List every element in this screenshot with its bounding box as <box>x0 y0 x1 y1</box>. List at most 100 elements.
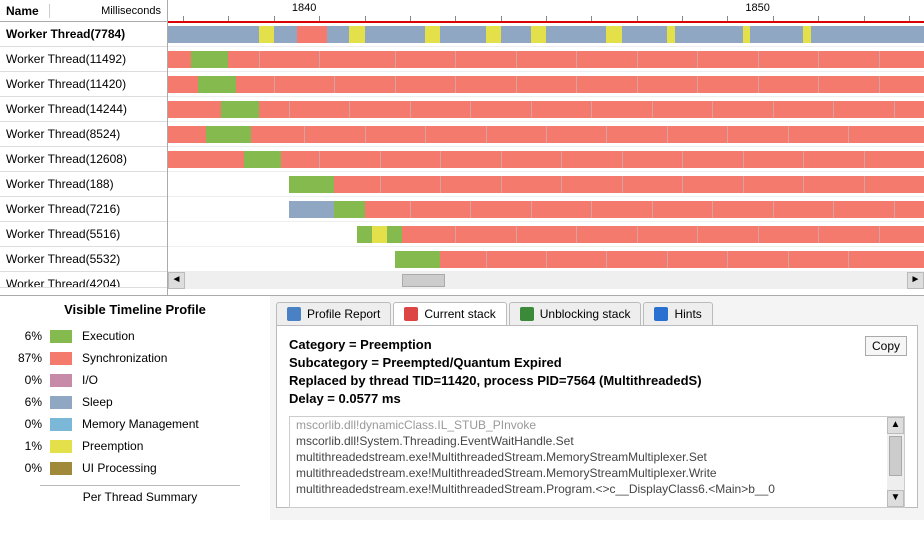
segment-exec[interactable] <box>289 176 334 193</box>
legend-row[interactable]: 87%Synchronization <box>10 347 260 369</box>
tab-hints[interactable]: Hints <box>643 302 712 325</box>
segment-pre[interactable] <box>667 26 675 43</box>
segment-sleep[interactable] <box>546 26 606 43</box>
segment-pre[interactable] <box>486 26 501 43</box>
tab-profile-report[interactable]: Profile Report <box>276 302 391 325</box>
segment-sleep[interactable] <box>675 26 743 43</box>
stack-frame[interactable]: mscorlib.dll!dynamicClass.IL_STUB_PInvok… <box>290 417 904 433</box>
segment-exec[interactable] <box>191 51 229 68</box>
segment-sleep[interactable] <box>168 26 259 43</box>
segment-exec[interactable] <box>244 151 282 168</box>
timeline-lane[interactable] <box>168 97 924 122</box>
scroll-track[interactable] <box>185 272 907 289</box>
thread-row[interactable]: Worker Thread(5516) <box>0 222 167 247</box>
header-milliseconds[interactable]: Milliseconds <box>50 5 167 17</box>
segment-sync[interactable] <box>168 101 221 118</box>
segment-exec[interactable] <box>206 126 251 143</box>
segment-sleep[interactable] <box>365 26 425 43</box>
legend-row[interactable]: 0%Memory Management <box>10 413 260 435</box>
stack-scroll-thumb[interactable] <box>889 436 902 476</box>
timeline-lane[interactable] <box>168 22 924 47</box>
segment-exec[interactable] <box>357 226 372 243</box>
time-ruler[interactable]: 18401850 <box>168 0 924 22</box>
tab-unblocking-stack[interactable]: Unblocking stack <box>509 302 642 325</box>
segment-pre[interactable] <box>531 26 546 43</box>
segment-sleep[interactable] <box>440 26 485 43</box>
copy-button[interactable]: Copy <box>865 336 907 356</box>
segment-sleep[interactable] <box>750 26 803 43</box>
thread-row[interactable]: Worker Thread(14244) <box>0 97 167 122</box>
segment-pre[interactable] <box>606 26 621 43</box>
segment-pre[interactable] <box>743 26 751 43</box>
thread-row[interactable]: Worker Thread(5532) <box>0 247 167 272</box>
stack-frame[interactable]: multithreadedstream.exe!MultithreadedStr… <box>290 449 904 465</box>
segment-sync[interactable] <box>168 151 244 168</box>
timeline-lane[interactable] <box>168 197 924 222</box>
segment-exec[interactable] <box>387 226 402 243</box>
segment-sync[interactable] <box>440 251 924 268</box>
segment-pre[interactable] <box>803 26 811 43</box>
segment-sleep[interactable] <box>622 26 667 43</box>
timeline-lane[interactable] <box>168 72 924 97</box>
stack-frame[interactable]: multithreadedstream.exe!MultithreadedStr… <box>290 481 904 497</box>
segment-sync[interactable] <box>402 226 924 243</box>
legend-row[interactable]: 6%Execution <box>10 325 260 347</box>
scroll-left-button[interactable]: ◄ <box>168 272 185 289</box>
legend-row[interactable]: 0%UI Processing <box>10 457 260 479</box>
segment-sleep[interactable] <box>327 26 350 43</box>
segment-sync[interactable] <box>168 76 198 93</box>
segment-sleep[interactable] <box>811 26 924 43</box>
thread-row[interactable]: Worker Thread(11420) <box>0 72 167 97</box>
header-name[interactable]: Name <box>0 4 50 18</box>
segment-exec[interactable] <box>221 101 259 118</box>
timeline-lane[interactable] <box>168 47 924 72</box>
timeline-lane[interactable] <box>168 147 924 172</box>
thread-row[interactable]: Worker Thread(7784) <box>0 22 167 47</box>
segment-sleep[interactable] <box>274 26 297 43</box>
segment-sleep[interactable] <box>289 201 334 218</box>
horizontal-scrollbar[interactable]: ◄ ► <box>168 272 924 289</box>
segment-exec[interactable] <box>395 251 440 268</box>
stack-listbox[interactable]: mscorlib.dll!dynamicClass.IL_STUB_PInvok… <box>289 416 905 508</box>
segment-sync[interactable] <box>251 126 924 143</box>
timeline-lane[interactable] <box>168 122 924 147</box>
tab-icon <box>287 307 301 321</box>
stack-vertical-scrollbar[interactable]: ▲ ▼ <box>887 417 904 507</box>
stack-scroll-down[interactable]: ▼ <box>887 490 904 507</box>
segment-sync[interactable] <box>236 76 924 93</box>
legend-row[interactable]: 6%Sleep <box>10 391 260 413</box>
segment-exec[interactable] <box>334 201 364 218</box>
thread-row[interactable]: Worker Thread(8524) <box>0 122 167 147</box>
stack-frame[interactable]: multithreadedstream.exe!MultithreadedStr… <box>290 465 904 481</box>
per-thread-summary-link[interactable]: Per Thread Summary <box>40 485 240 504</box>
tab-current-stack[interactable]: Current stack <box>393 302 506 325</box>
segment-sync[interactable] <box>281 151 924 168</box>
thread-row[interactable]: Worker Thread(11492) <box>0 47 167 72</box>
segment-pre[interactable] <box>349 26 364 43</box>
segment-sleep[interactable] <box>501 26 531 43</box>
stack-frame[interactable]: mscorlib.dll!System.Threading.EventWaitH… <box>290 433 904 449</box>
timeline-lane[interactable] <box>168 247 924 272</box>
segment-sync[interactable] <box>168 51 191 68</box>
segment-sync[interactable] <box>168 126 206 143</box>
thread-row[interactable]: Worker Thread(12608) <box>0 147 167 172</box>
segment-pre[interactable] <box>259 26 274 43</box>
legend-pct: 0% <box>10 417 50 431</box>
thread-row[interactable]: Worker Thread(4204) <box>0 272 167 288</box>
legend-row[interactable]: 1%Preemption <box>10 435 260 457</box>
segment-exec[interactable] <box>198 76 236 93</box>
segment-sync[interactable] <box>334 176 924 193</box>
segment-sync[interactable] <box>365 201 924 218</box>
segment-sync[interactable] <box>297 26 327 43</box>
scroll-thumb[interactable] <box>402 274 445 287</box>
legend-row[interactable]: 0%I/O <box>10 369 260 391</box>
timeline-lane[interactable] <box>168 172 924 197</box>
scroll-right-button[interactable]: ► <box>907 272 924 289</box>
thread-row[interactable]: Worker Thread(188) <box>0 172 167 197</box>
timeline-lane[interactable] <box>168 222 924 247</box>
timeline-area[interactable]: 18401850 ◄ ► <box>168 0 924 295</box>
segment-pre[interactable] <box>372 226 387 243</box>
thread-row[interactable]: Worker Thread(7216) <box>0 197 167 222</box>
segment-pre[interactable] <box>425 26 440 43</box>
stack-scroll-up[interactable]: ▲ <box>887 417 904 434</box>
